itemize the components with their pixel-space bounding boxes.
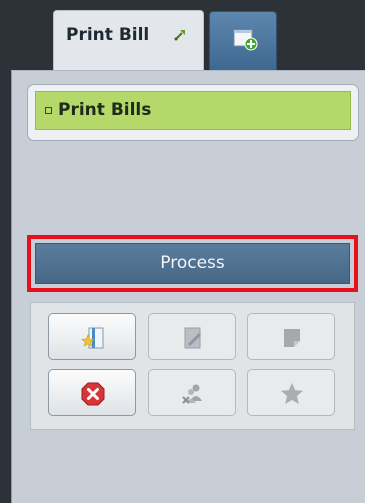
notebook-star-icon (81, 327, 104, 349)
print-bills-list: Print Bills (27, 84, 359, 141)
process-button[interactable]: Process (35, 243, 350, 284)
list-item-label: Print Bills (58, 100, 152, 120)
tab-strip: Print Bill (0, 0, 365, 72)
tab-print-bill[interactable]: Print Bill (53, 10, 204, 72)
note-icon (284, 329, 300, 347)
delete-button[interactable] (48, 369, 136, 416)
tools-toolbar (30, 302, 355, 430)
notebook-star-button[interactable] (48, 313, 136, 360)
add-tab-button[interactable] (209, 11, 277, 70)
edit-document-button (148, 313, 236, 360)
process-label: Process (160, 253, 225, 273)
remove-people-icon (182, 384, 202, 404)
process-highlight: Process (27, 235, 358, 292)
star-icon (281, 383, 303, 404)
tab-label: Print Bill (66, 25, 150, 45)
pin-icon[interactable] (173, 28, 187, 42)
remove-people-button (148, 369, 236, 416)
note-button (247, 313, 335, 360)
edit-document-icon (184, 327, 201, 349)
delete-icon (81, 382, 105, 406)
bullet-icon (45, 107, 52, 114)
add-tab-icon (233, 29, 258, 51)
list-item-print-bills[interactable]: Print Bills (35, 91, 351, 130)
favorite-button (247, 369, 335, 416)
